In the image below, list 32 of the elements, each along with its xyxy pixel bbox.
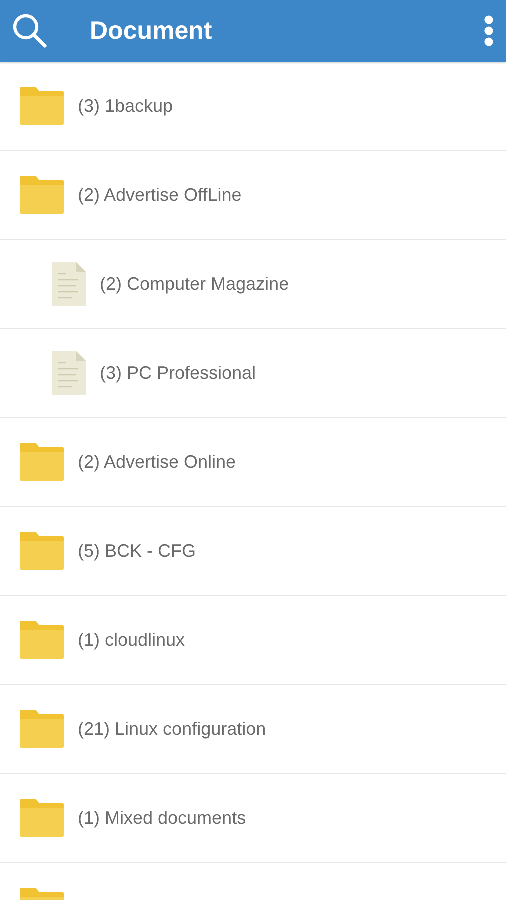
folder-icon — [20, 87, 64, 125]
folder-row[interactable]: (1) Mixed documents — [0, 774, 506, 863]
item-label: (2) Computer Magazine — [100, 274, 290, 294]
item-label: (1) Mixed documents — [78, 808, 246, 828]
folder-icon — [20, 176, 64, 214]
item-label: (1) cloudlinux — [78, 630, 186, 650]
document-icon — [52, 262, 86, 306]
folder-icon — [20, 799, 64, 837]
item-label: (2) Advertise OffLine — [78, 184, 242, 206]
folder-icon — [20, 621, 64, 659]
document-row[interactable]: (2) Computer Magazine — [0, 240, 506, 329]
document-row[interactable]: (3) PC Professional — [0, 329, 506, 418]
item-label: (2) Advertise Online — [78, 452, 236, 472]
document-icon — [52, 351, 86, 395]
app-title: Document — [90, 16, 214, 46]
folder-row[interactable]: (2) Advertise Online — [0, 418, 506, 507]
search-icon — [12, 13, 48, 49]
item-label: (3) 1backup — [78, 96, 174, 116]
folder-row[interactable]: (1) cloudlinux — [0, 596, 506, 685]
folder-row[interactable]: (5) BCK - CFG — [0, 507, 506, 596]
item-label: (21) Linux configuration — [78, 718, 266, 740]
search-button[interactable] — [12, 13, 48, 49]
item-label: (3) PC Professional — [100, 362, 256, 384]
item-label: (5) BCK - CFG — [78, 540, 196, 562]
folder-row[interactable]: (21) Linux configuration — [0, 685, 506, 774]
folder-row[interactable]: (2) Advertise OffLine — [0, 151, 506, 240]
folder-row[interactable]: (3) 1backup — [0, 62, 506, 151]
overflow-menu-button[interactable] — [484, 15, 494, 47]
folder-icon — [20, 710, 64, 748]
more-vertical-icon — [484, 15, 494, 47]
folder-icon — [20, 443, 64, 481]
folder-icon — [20, 532, 64, 570]
